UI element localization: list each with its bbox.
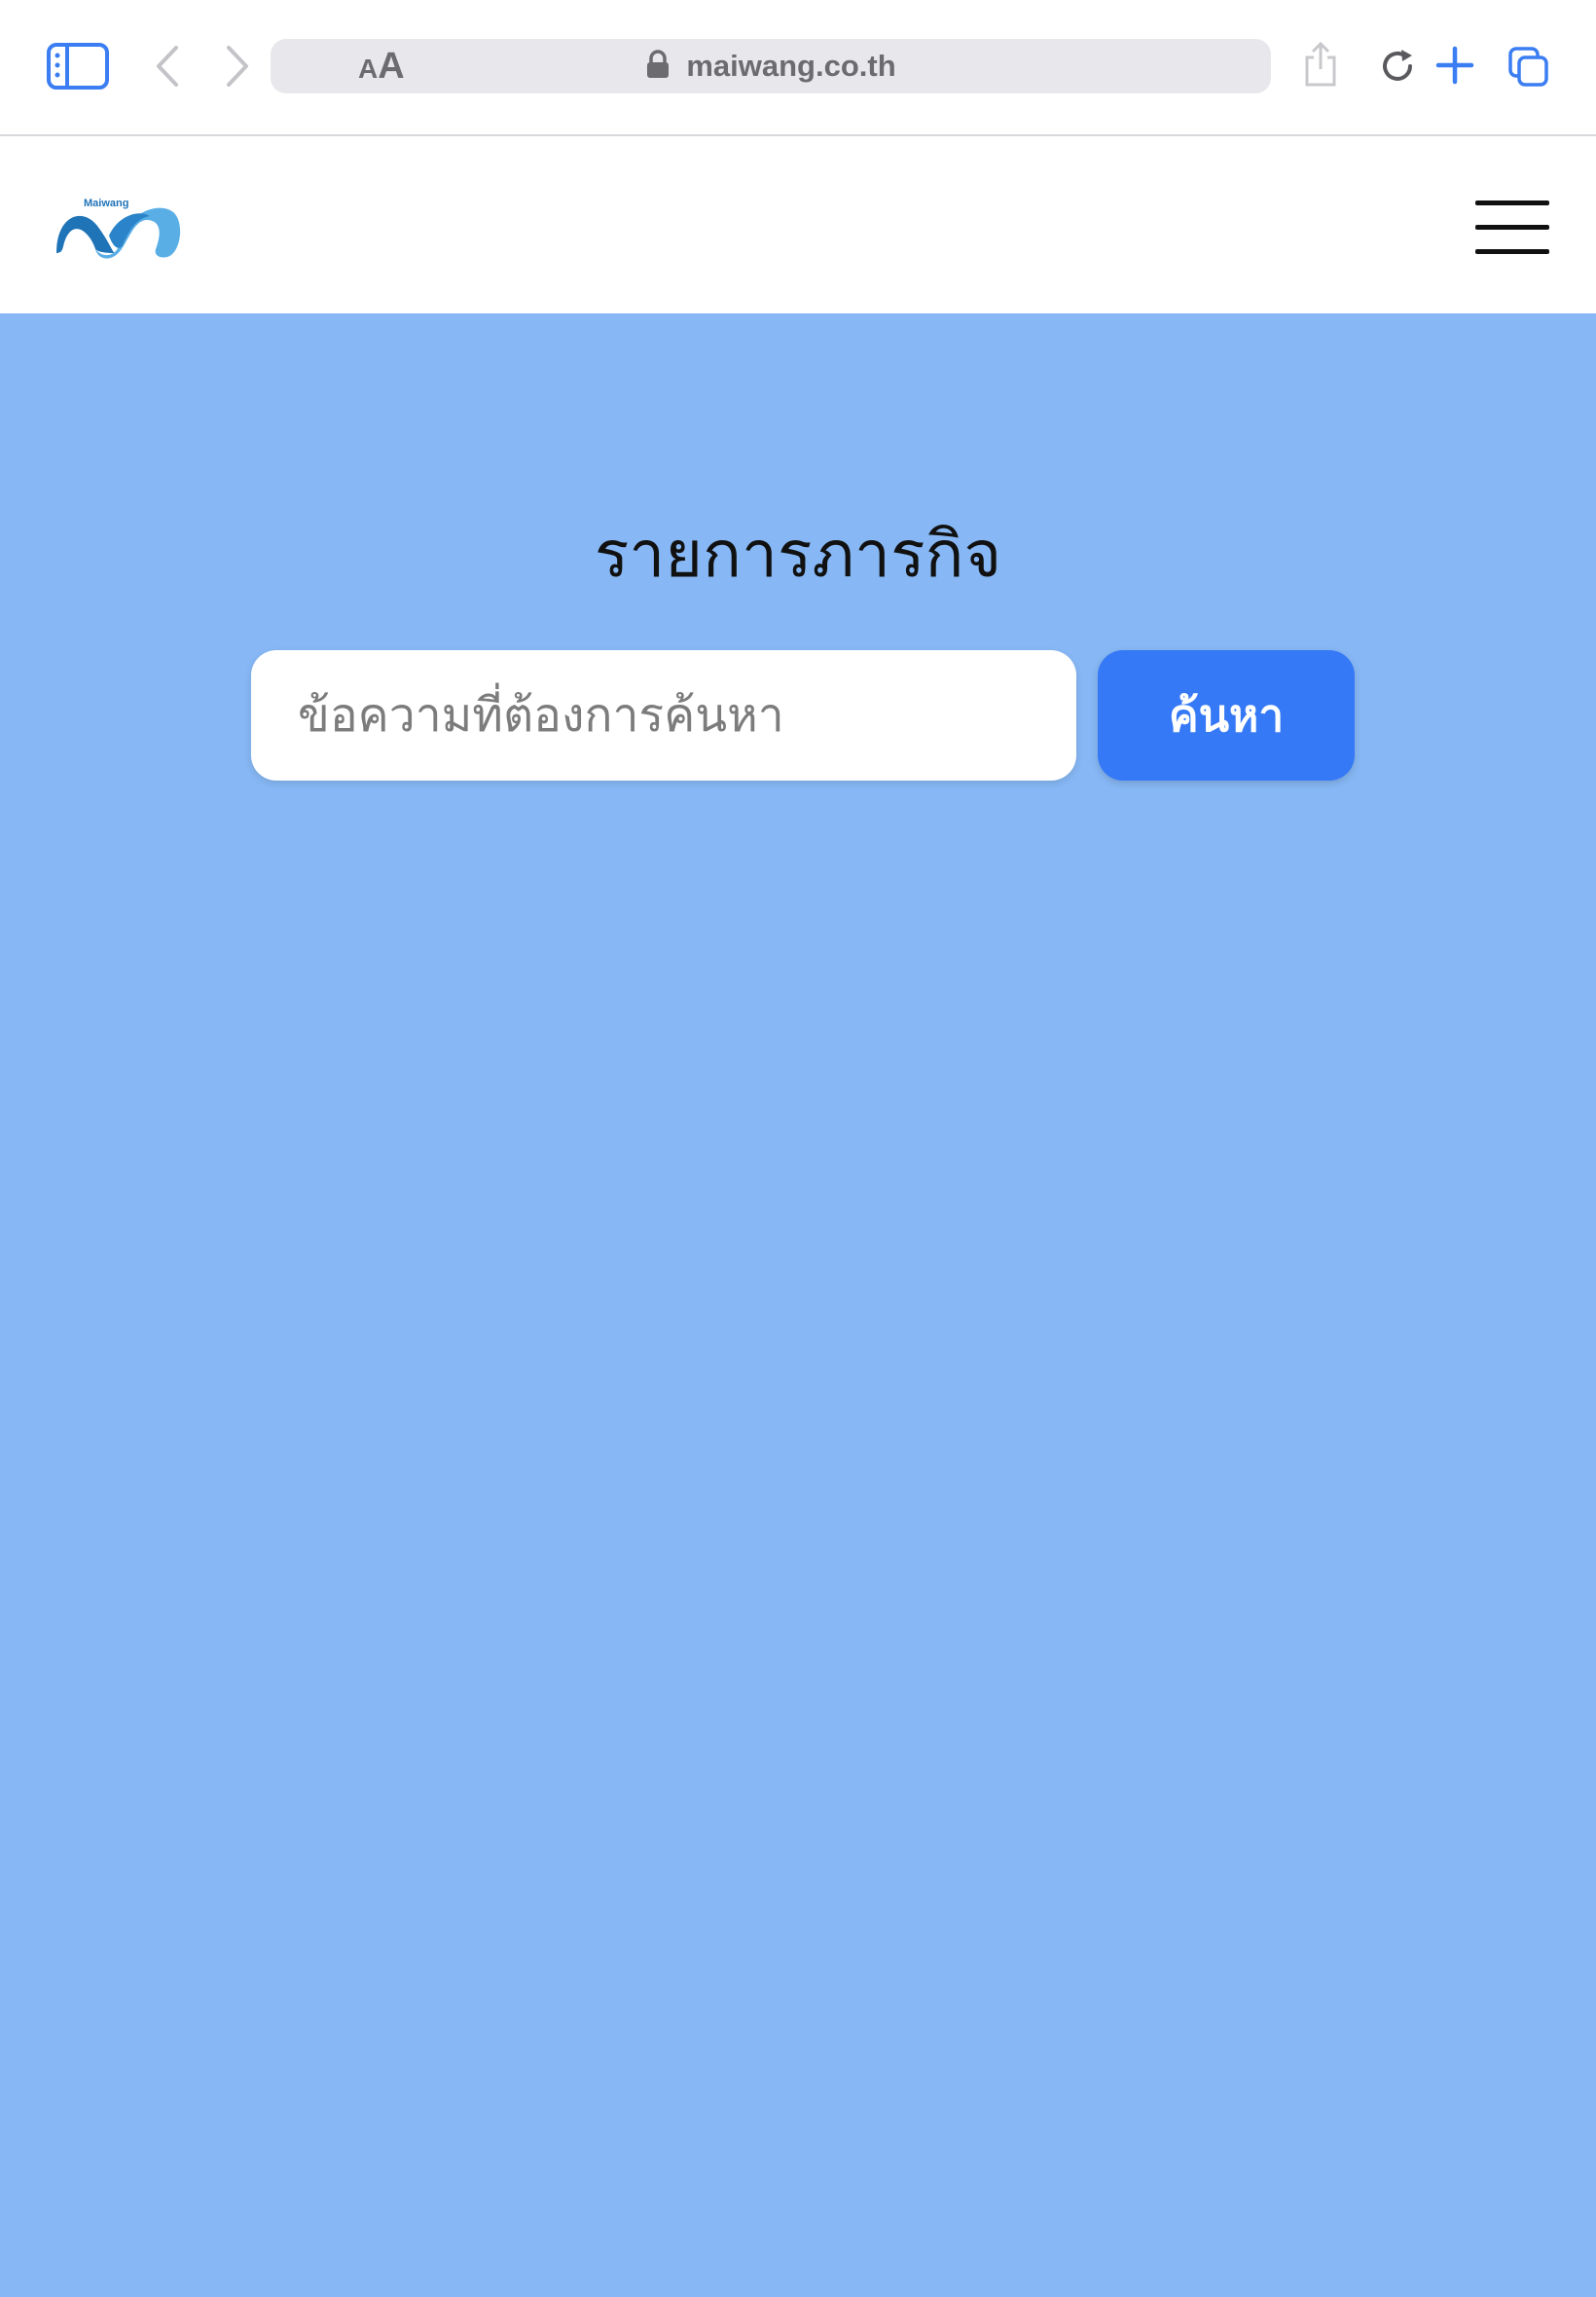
new-tab-icon[interactable] — [1434, 45, 1475, 86]
search-input[interactable] — [251, 650, 1076, 781]
forward-icon[interactable] — [220, 43, 255, 90]
reload-icon[interactable] — [1376, 45, 1419, 88]
sidebar-toggle-icon[interactable] — [45, 41, 111, 91]
share-icon[interactable] — [1300, 39, 1341, 90]
address-bar[interactable]: AA maiwang.co.th — [271, 39, 1271, 93]
menu-line — [1475, 201, 1549, 205]
tabs-overview-icon[interactable] — [1506, 45, 1551, 90]
url-text: maiwang.co.th — [686, 49, 896, 83]
menu-line — [1475, 225, 1549, 230]
maiwang-logo[interactable]: Maiwang — [53, 193, 185, 267]
menu-line — [1475, 249, 1549, 254]
browser-toolbar: AA maiwang.co.th — [0, 0, 1596, 136]
lock-icon — [645, 50, 671, 83]
back-icon[interactable] — [150, 43, 185, 90]
menu-hamburger-icon[interactable] — [1475, 199, 1549, 257]
search-button[interactable]: ค้นหา — [1098, 650, 1355, 781]
logo-text: Maiwang — [84, 198, 128, 209]
page-title: รายการภารกิจ — [594, 517, 1002, 592]
site-header: Maiwang — [0, 136, 1596, 313]
